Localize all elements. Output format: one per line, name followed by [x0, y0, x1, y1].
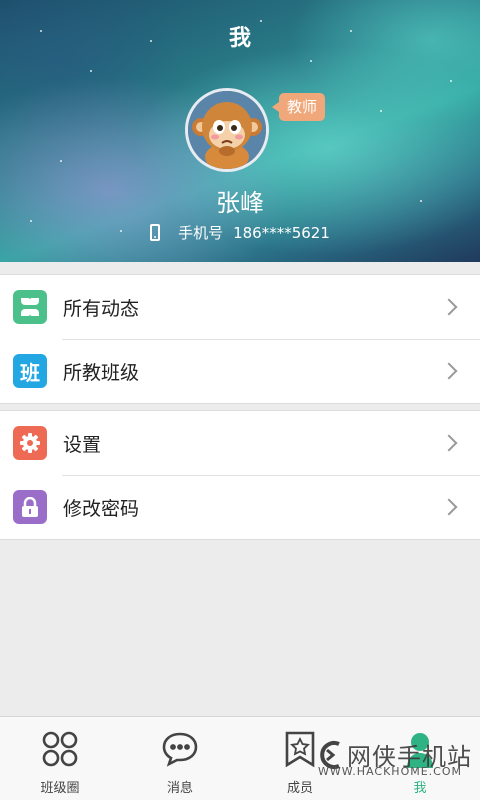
menu-item-change-password[interactable]: 修改密码: [0, 475, 480, 539]
profile-header: 我 教师 张峰 手机号 186****5621: [0, 0, 480, 262]
class-badge-icon: 班: [13, 354, 47, 388]
page-title: 我: [228, 26, 251, 51]
grid-petals-icon: [13, 290, 47, 324]
tab-messages[interactable]: 消息: [120, 717, 240, 800]
user-name: 张峰: [216, 189, 264, 217]
menu-item-all-activities[interactable]: 所有动态: [0, 275, 480, 339]
star-book-icon: [280, 729, 320, 769]
menu-item-settings[interactable]: 设置: [0, 411, 480, 475]
role-badge: 教师: [271, 93, 326, 121]
menu-group-account: 设置 修改密码: [0, 410, 480, 540]
phone-number: 186****5621: [233, 223, 330, 242]
chat-bubble-icon: [160, 729, 200, 769]
phone-icon: [150, 224, 161, 241]
tab-class-circle[interactable]: 班级圈: [0, 717, 120, 800]
circles-grid-icon: [40, 729, 80, 769]
chevron-right-icon: [440, 298, 458, 316]
menu-item-label: 所有动态: [63, 297, 140, 320]
lock-icon: [13, 490, 47, 524]
phone-row: 手机号 186****5621: [0, 222, 480, 243]
chevron-right-icon: [440, 434, 458, 452]
monkey-avatar-icon: [188, 91, 266, 169]
bottom-tab-bar: 班级圈 消息 成员 我 网侠手机站 WWW.HACKHOME.COM: [0, 716, 480, 800]
phone-label: 手机号: [178, 224, 224, 242]
tab-label: 消息: [166, 781, 193, 796]
menu-group-activity: 所有动态 班 所教班级: [0, 274, 480, 404]
gear-icon: [13, 426, 47, 460]
tab-label: 成员: [286, 781, 313, 796]
chevron-right-icon: [440, 362, 458, 380]
menu-item-label: 设置: [63, 433, 102, 456]
watermark-logo: 网侠手机站 WWW.HACKHOME.COM: [317, 737, 472, 778]
menu-item-label: 修改密码: [63, 497, 140, 520]
menu-item-label: 所教班级: [63, 361, 140, 384]
chevron-right-icon: [440, 498, 458, 516]
watermark-url: WWW.HACKHOME.COM: [317, 765, 462, 778]
tab-label: 班级圈: [40, 781, 80, 796]
tab-label: 我: [413, 781, 427, 796]
avatar[interactable]: [185, 88, 269, 172]
menu-item-my-classes[interactable]: 班 所教班级: [0, 339, 480, 403]
